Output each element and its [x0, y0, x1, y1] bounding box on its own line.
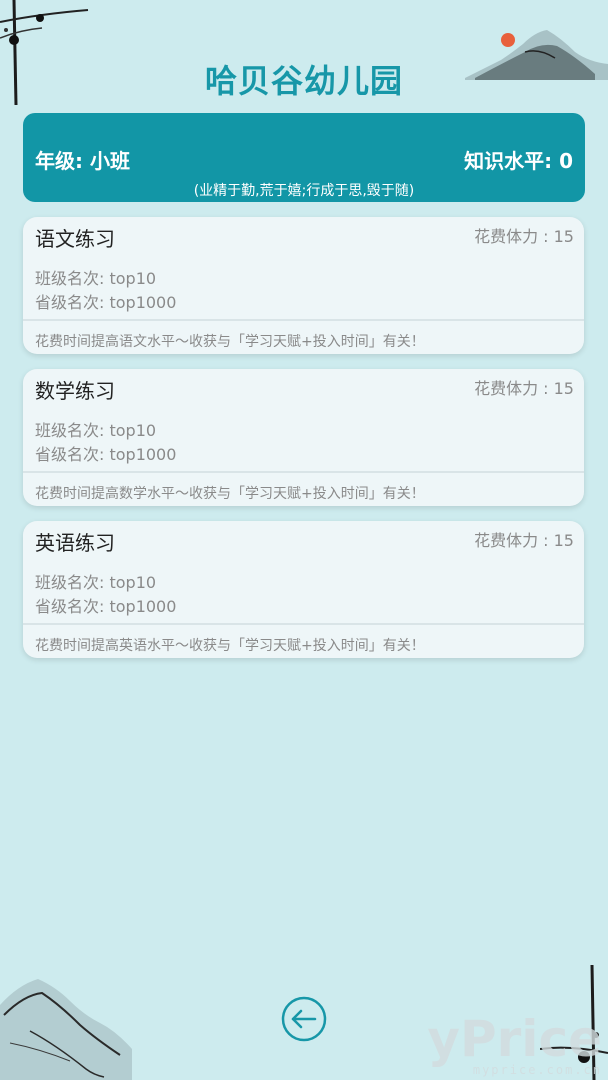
- divider: [23, 623, 584, 625]
- class-rank: 班级名次: top10: [35, 573, 157, 592]
- mountain-bottom-left-decoration: [0, 979, 132, 1080]
- province-rank: 省级名次: top1000: [35, 445, 177, 464]
- province-rank: 省级名次: top1000: [35, 597, 177, 616]
- back-button[interactable]: [281, 996, 327, 1042]
- watermark-url-text: myprice.com.cn: [473, 1063, 602, 1077]
- practice-description: 花费时间提高语文水平～收获与「学习天赋+投入时间」有关！: [35, 334, 425, 350]
- class-rank: 班级名次: top10: [35, 269, 157, 288]
- page-title: 哈贝谷幼儿园: [204, 62, 403, 100]
- divider: [23, 319, 584, 321]
- divider: [23, 471, 584, 473]
- practice-description: 花费时间提高英语水平～收获与「学习天赋+投入时间」有关！: [35, 638, 425, 654]
- practice-description: 花费时间提高数学水平～收获与「学习天赋+投入时间」有关！: [35, 486, 425, 502]
- grade-info-card: 年级: 小班 知识水平: 0 (业精于勤,荒于嬉;行成于思,毁于随): [23, 113, 585, 202]
- myprice-watermark-logo: MyPrice myprice.com.cn: [424, 1010, 602, 1077]
- ink-branch-bottom-right-decoration: [540, 965, 608, 1080]
- practice-name: 语文练习: [35, 227, 115, 251]
- class-rank: 班级名次: top10: [35, 421, 157, 440]
- stamina-cost: 花费体力 : 15: [474, 379, 574, 398]
- province-rank: 省级名次: top1000: [35, 293, 177, 312]
- motto-text: (业精于勤,荒于嬉;行成于思,毁于随): [193, 183, 415, 199]
- practice-name: 数学练习: [35, 379, 115, 403]
- practice-name: 英语练习: [35, 531, 115, 555]
- back-arrow-icon: [281, 996, 327, 1042]
- watermark-brand-text: MyPrice: [424, 1010, 602, 1068]
- stamina-cost: 花费体力 : 15: [474, 531, 574, 550]
- knowledge-level-label: 知识水平: 0: [464, 149, 573, 173]
- stamina-cost: 花费体力 : 15: [474, 227, 574, 246]
- grade-label: 年级: 小班: [35, 149, 130, 173]
- practice-card-chinese[interactable]: 语文练习 花费体力 : 15 班级名次: top10 省级名次: top1000…: [23, 217, 584, 354]
- practice-card-math[interactable]: 数学练习 花费体力 : 15 班级名次: top10 省级名次: top1000…: [23, 369, 584, 506]
- practice-card-english[interactable]: 英语练习 花费体力 : 15 班级名次: top10 省级名次: top1000…: [23, 521, 584, 658]
